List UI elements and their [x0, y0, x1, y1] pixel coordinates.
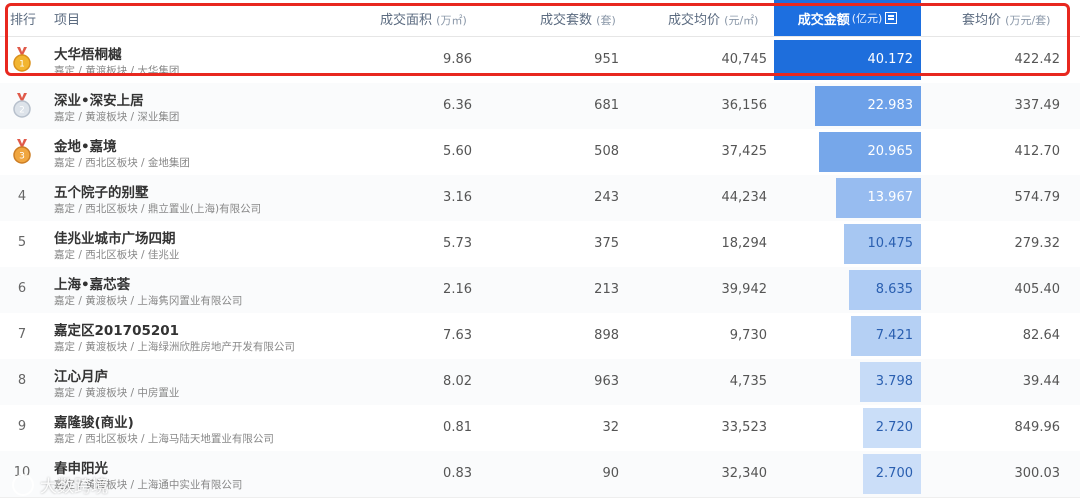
- avg-price-value: 82.64: [1022, 328, 1060, 343]
- price-value: 44,234: [721, 190, 768, 205]
- silver-medal-icon: 2: [13, 93, 31, 118]
- count-value: 508: [594, 144, 619, 159]
- project-name[interactable]: 五个院子的别墅: [54, 181, 149, 201]
- amount-value: 7.421: [875, 328, 913, 343]
- table-row[interactable]: 10 春申阳光 嘉定 / 黄渡板块 / 上海通中实业有限公司 0.83 90 3…: [0, 451, 1080, 498]
- table-row[interactable]: 5 佳兆业城市广场四期 嘉定 / 西北区板块 / 佳兆业 5.73 375 18…: [0, 221, 1080, 268]
- price-value: 36,156: [721, 98, 768, 113]
- project-name[interactable]: 佳兆业城市广场四期: [54, 227, 176, 247]
- table-row[interactable]: 6 上海•嘉芯荟 嘉定 / 黄渡板块 / 上海隽冈置业有限公司 2.16 213…: [0, 267, 1080, 314]
- amount-bar: 20.965: [819, 132, 921, 172]
- amount-value: 2.720: [875, 420, 913, 435]
- area-value: 5.60: [443, 144, 472, 159]
- table-row[interactable]: 7 嘉定区201705201 嘉定 / 黄渡板块 / 上海绿洲欣胜房地产开发有限…: [0, 313, 1080, 360]
- project-name[interactable]: 深业•深安上居: [54, 89, 144, 109]
- rank-number: 8: [17, 373, 27, 388]
- project-location: 嘉定 / 黄渡板块 / 深业集团: [54, 111, 180, 123]
- amount-value: 13.967: [867, 190, 914, 205]
- count-value: 32: [602, 420, 619, 435]
- avg-price-value: 300.03: [1014, 466, 1061, 481]
- count-value: 213: [594, 282, 619, 297]
- amount-bar: 2.720: [863, 408, 921, 448]
- area-value: 3.16: [443, 190, 472, 205]
- table-row[interactable]: 3 金地•嘉境 嘉定 / 西北区板块 / 金地集团 5.60 508 37,42…: [0, 129, 1080, 176]
- project-location: 嘉定 / 西北区板块 / 鼎立置业(上海)有限公司: [54, 203, 262, 215]
- bronze-medal-icon: 3: [13, 139, 31, 164]
- amount-bar: 7.421: [851, 316, 921, 356]
- amount-value: 2.700: [875, 466, 913, 481]
- price-value: 33,523: [721, 420, 768, 435]
- avg-price-value: 279.32: [1014, 236, 1061, 251]
- project-location: 嘉定 / 西北区板块 / 佳兆业: [54, 249, 180, 261]
- project-name[interactable]: 上海•嘉芯荟: [54, 273, 130, 293]
- avg-price-value: 39.44: [1022, 374, 1060, 389]
- table-row[interactable]: 8 江心月庐 嘉定 / 黄渡板块 / 中房置业 8.02 963 4,735 3…: [0, 359, 1080, 406]
- project-name[interactable]: 金地•嘉境: [54, 135, 117, 155]
- amount-bar: 3.798: [860, 362, 921, 402]
- price-value: 9,730: [729, 328, 767, 343]
- rank-number: 9: [17, 419, 27, 434]
- amount-bar: 13.967: [836, 178, 921, 218]
- price-value: 32,340: [721, 466, 768, 481]
- table-row[interactable]: 2 深业•深安上居 嘉定 / 黄渡板块 / 深业集团 6.36 681 36,1…: [0, 83, 1080, 130]
- highlight-box: [5, 3, 1070, 76]
- price-value: 4,735: [729, 374, 767, 389]
- count-value: 243: [594, 190, 619, 205]
- medal-rank: 3: [19, 152, 25, 162]
- area-value: 7.63: [443, 328, 472, 343]
- count-value: 90: [602, 466, 619, 481]
- project-name[interactable]: 嘉定区201705201: [54, 319, 179, 339]
- count-value: 681: [594, 98, 619, 113]
- rank-number: 4: [17, 189, 27, 204]
- amount-bar: 10.475: [844, 224, 921, 264]
- amount-bar: 8.635: [849, 270, 921, 310]
- project-location: 嘉定 / 黄渡板块 / 中房置业: [54, 387, 180, 399]
- table-row[interactable]: 4 五个院子的别墅 嘉定 / 西北区板块 / 鼎立置业(上海)有限公司 3.16…: [0, 175, 1080, 222]
- project-location: 嘉定 / 西北区板块 / 金地集团: [54, 157, 190, 169]
- project-name[interactable]: 江心月庐: [54, 365, 108, 385]
- amount-bar: 22.983: [815, 86, 921, 126]
- price-value: 37,425: [721, 144, 768, 159]
- amount-value: 10.475: [867, 236, 914, 251]
- count-value: 963: [594, 374, 619, 389]
- rank-number: 6: [17, 281, 27, 296]
- watermark: 大数跨境: [12, 472, 108, 497]
- avg-price-value: 405.40: [1014, 282, 1061, 297]
- avg-price-value: 574.79: [1014, 190, 1061, 205]
- area-value: 6.36: [443, 98, 472, 113]
- avg-price-value: 412.70: [1014, 144, 1061, 159]
- area-value: 8.02: [443, 374, 472, 389]
- count-value: 375: [594, 236, 619, 251]
- rank-number: 5: [17, 235, 27, 250]
- price-value: 39,942: [721, 282, 768, 297]
- project-location: 嘉定 / 黄渡板块 / 上海隽冈置业有限公司: [54, 295, 243, 307]
- project-location: 嘉定 / 西北区板块 / 上海马陆天地置业有限公司: [54, 433, 274, 445]
- count-value: 898: [594, 328, 619, 343]
- project-location: 嘉定 / 黄渡板块 / 上海绿洲欣胜房地产开发有限公司: [54, 341, 295, 353]
- area-value: 0.83: [443, 466, 472, 481]
- medal-rank: 2: [19, 106, 25, 116]
- price-value: 18,294: [721, 236, 768, 251]
- rank-number: 7: [17, 327, 27, 342]
- amount-value: 20.965: [867, 144, 914, 159]
- amount-value: 22.983: [867, 98, 914, 113]
- area-value: 2.16: [443, 282, 472, 297]
- avg-price-value: 337.49: [1014, 98, 1061, 113]
- table-row[interactable]: 9 嘉隆骏(商业) 嘉定 / 西北区板块 / 上海马陆天地置业有限公司 0.81…: [0, 405, 1080, 452]
- watermark-logo-icon: [12, 473, 34, 496]
- amount-bar: 2.700: [863, 454, 921, 494]
- amount-value: 3.798: [875, 374, 913, 389]
- amount-value: 8.635: [875, 282, 913, 297]
- avg-price-value: 849.96: [1014, 420, 1061, 435]
- area-value: 0.81: [443, 420, 472, 435]
- project-name[interactable]: 嘉隆骏(商业): [54, 411, 134, 431]
- area-value: 5.73: [443, 236, 472, 251]
